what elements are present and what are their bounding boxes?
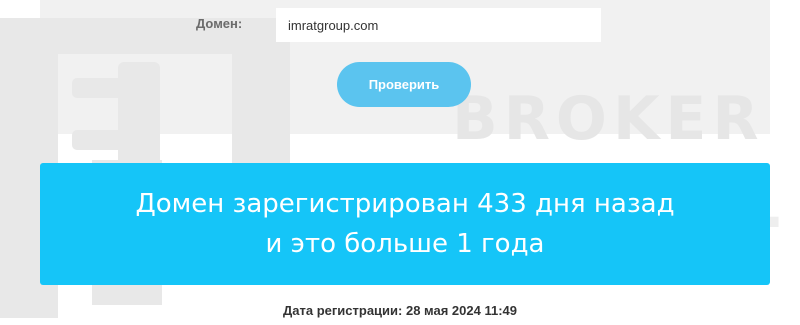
result-banner: Домен зарегистрирован 433 дня назад и эт… xyxy=(40,163,770,285)
result-line-2: и это больше 1 года xyxy=(265,229,545,259)
domain-input[interactable] xyxy=(276,8,601,42)
result-line-1: Домен зарегистрирован 433 дня назад xyxy=(135,189,675,219)
registration-date: Дата регистрации: 28 мая 2024 11:49 xyxy=(283,303,517,318)
check-button[interactable]: Проверить xyxy=(337,62,471,107)
domain-label: Домен: xyxy=(196,16,243,31)
